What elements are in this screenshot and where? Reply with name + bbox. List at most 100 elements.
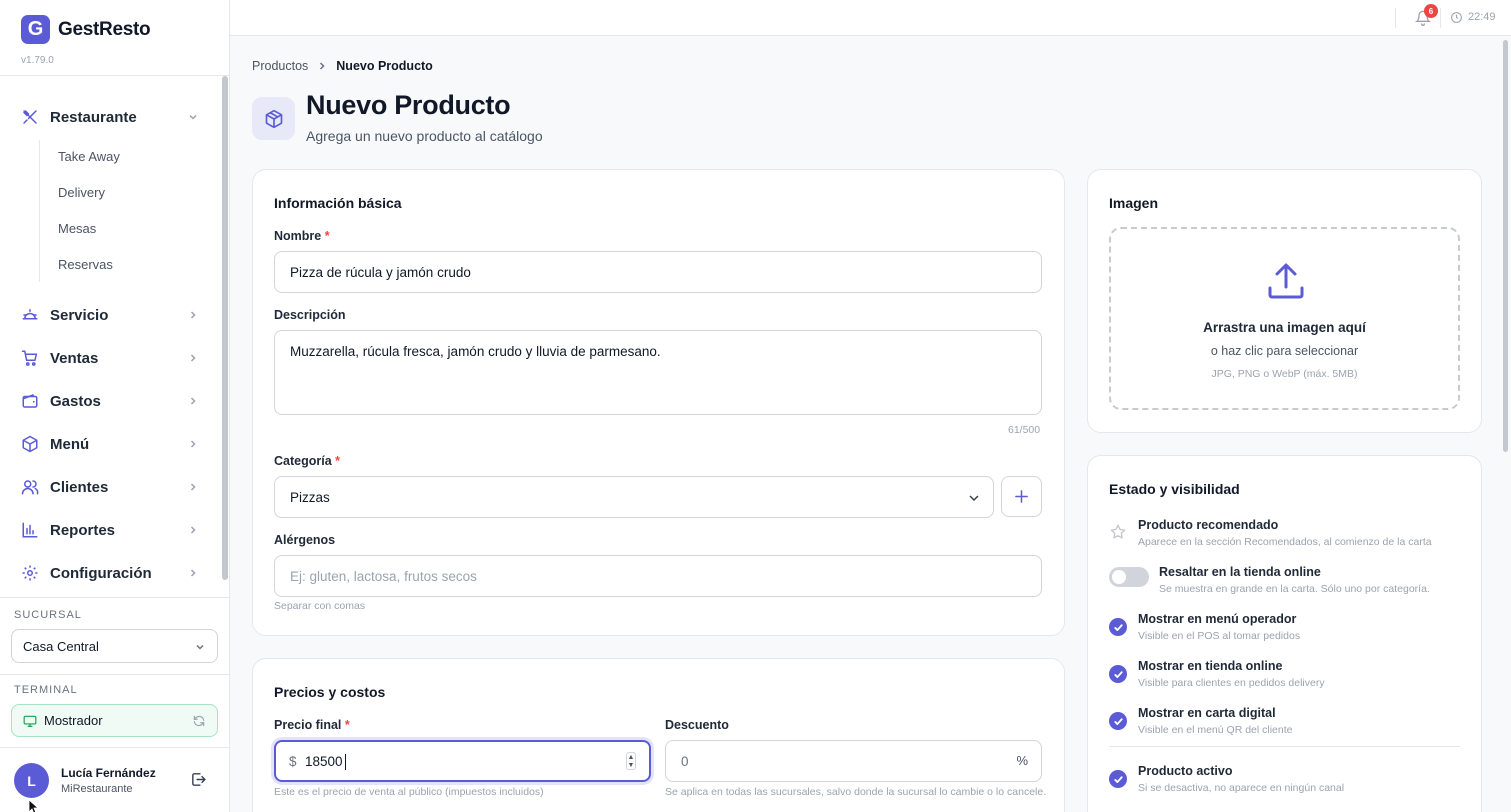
sidebar-subitem-take-away[interactable]: Take Away [58,149,120,164]
required-asterisk: * [335,454,341,468]
percent-unit: % [1016,753,1028,768]
refresh-icon[interactable] [192,714,206,728]
check-icon[interactable] [1109,770,1127,788]
branch-value: Casa Central [23,638,99,654]
terminal-select[interactable]: Mostrador [11,704,218,737]
user-org: MiRestaurante [61,783,133,795]
chevron-right-icon [188,568,198,578]
option-title: Mostrar en carta digital [1138,706,1276,720]
cart-icon [21,349,39,367]
branch-select[interactable]: Casa Central [11,629,218,663]
number-stepper[interactable]: ▲ ▼ [626,752,636,770]
sidebar-item-label: Restaurante [50,108,137,126]
image-title: Imagen [1109,195,1159,211]
terminal-value: Mostrador [44,713,103,728]
option-title: Producto recomendado [1138,518,1279,532]
bell-service-icon [21,306,39,324]
branch-label: SUCURSAL [14,609,82,621]
wallet-icon [21,392,39,410]
description-label: Descripción [274,308,346,322]
sidebar-item-servicio[interactable]: Servicio [21,303,201,327]
page-scrollbar[interactable] [1503,40,1508,452]
check-icon[interactable] [1109,665,1127,683]
box-icon [21,435,39,453]
divider [1440,8,1441,28]
sidebar-item-gastos[interactable]: Gastos [21,389,201,413]
image-dropzone[interactable]: Arrastra una imagen aquí o haz clic para… [1109,227,1460,410]
category-label: Categoría * [274,454,340,468]
sidebar-item-label: Ventas [50,349,99,367]
sidebar-item-menu[interactable]: Menú [21,432,201,456]
chevron-down-icon [188,112,198,122]
category-select[interactable]: Pizzas [274,476,994,518]
top-bar: 6 22:49 [230,0,1511,36]
check-icon[interactable] [1109,618,1127,636]
divider [0,674,229,675]
sidebar-item-label: Clientes [50,478,109,496]
dropzone-title: Arrastra una imagen aquí [1203,320,1366,335]
option-subtitle: Visible para clientes en pedidos deliver… [1138,677,1325,689]
description-char-count: 61/500 [1008,424,1041,436]
sidebar-subitem-mesas[interactable]: Mesas [58,221,96,236]
sidebar-item-clientes[interactable]: Clientes [21,475,201,499]
chevron-down-icon [195,642,205,652]
terminal-label: TERMINAL [14,684,78,696]
sidebar-item-label: Gastos [50,392,101,410]
avatar: L [14,763,49,798]
discount-hint: Se aplica en todas las sucursales, salvo… [665,786,1047,798]
stepper-down-icon[interactable]: ▼ [628,762,635,769]
chevron-down-icon [968,492,980,504]
sidebar-item-ventas[interactable]: Ventas [21,346,201,370]
app-logo: G [21,15,50,44]
allergens-hint: Separar con comas [274,600,366,612]
price-value: 18500 [305,754,343,769]
utensils-icon [21,108,39,126]
sidebar-item-label: Menú [50,435,90,453]
price-input[interactable]: $ 18500 ▲ ▼ [274,740,651,782]
required-asterisk: * [324,229,330,243]
chevron-right-icon [188,396,198,406]
currency-symbol: $ [289,754,297,769]
breadcrumb-parent[interactable]: Productos [252,59,308,73]
price-hint: Este es el precio de venta al público (i… [274,786,544,798]
chevron-right-icon [188,310,198,320]
check-icon[interactable] [1109,712,1127,730]
user-profile[interactable]: L Lucía Fernández MiRestaurante [14,762,219,798]
logout-icon[interactable] [190,771,207,788]
divider [0,747,229,748]
discount-input[interactable]: 0 % [665,740,1042,782]
stepper-up-icon[interactable]: ▲ [628,754,635,761]
brand[interactable]: G GestResto [21,15,151,44]
option-title: Producto activo [1138,764,1233,778]
option-subtitle: Visible en el POS al tomar pedidos [1138,630,1301,642]
sidebar-scrollbar[interactable] [222,76,228,580]
discount-label: Descuento [665,718,729,732]
divider [1109,746,1460,747]
allergens-label: Alérgenos [274,533,336,547]
highlight-toggle[interactable] [1109,567,1149,587]
name-input[interactable]: Pizza de rúcula y jamón crudo [274,251,1042,293]
option-subtitle: Aparece en la sección Recomendados, al c… [1138,536,1432,548]
name-label-text: Nombre [274,229,322,243]
option-subtitle: Si se desactiva, no aparece en ningún ca… [1138,782,1345,794]
star-icon[interactable] [1109,523,1127,541]
add-category-button[interactable] [1001,476,1042,517]
dropzone-hint: JPG, PNG o WebP (máx. 5MB) [1211,368,1358,380]
app-name: GestResto [58,18,151,40]
sidebar-item-configuracion[interactable]: Configuración [21,561,201,585]
chevron-right-icon [317,61,327,71]
description-textarea[interactable]: Muzzarella, rúcula fresca, jamón crudo y… [274,330,1042,415]
dropzone-subtitle: o haz clic para seleccionar [1210,344,1359,358]
sidebar-item-restaurante[interactable]: Restaurante [21,105,201,129]
user-name: Lucía Fernández [61,766,156,780]
option-title: Mostrar en tienda online [1138,659,1283,673]
allergens-input[interactable]: Ej: gluten, lactosa, frutos secos [274,555,1042,597]
sidebar-subitem-reservas[interactable]: Reservas [58,257,113,272]
sidebar-item-reportes[interactable]: Reportes [21,518,201,542]
plus-icon [1015,490,1028,503]
bar-chart-icon [21,521,39,539]
pricing-title: Precios y costos [274,684,386,700]
category-label-text: Categoría [274,454,332,468]
sidebar-subitem-delivery[interactable]: Delivery [58,185,105,200]
upload-icon [1266,261,1306,301]
